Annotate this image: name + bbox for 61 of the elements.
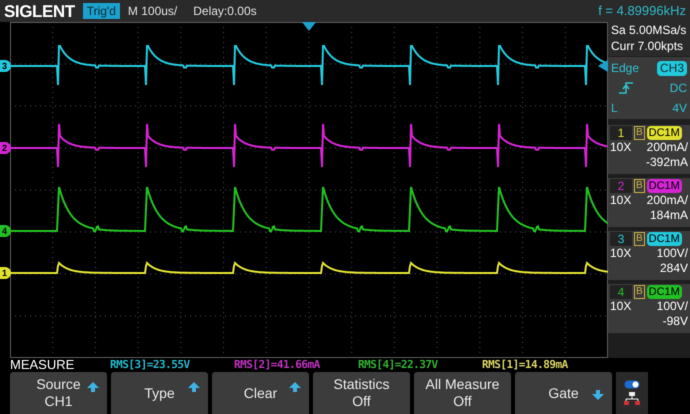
trigger-type: Edge [611,60,640,77]
probe-ratio: 10X [610,193,632,208]
channel-coupling: DC1M [646,285,682,299]
vertical-offset: -98V [662,314,688,329]
channel-marker[interactable]: 1 [0,267,11,279]
channel-panel[interactable]: 4 B DC1M 10X 100V/ -98V [608,284,690,333]
vertical-offset: -392mA [644,155,688,170]
channel-panel[interactable]: 3 B DC1M 10X 100V/ 284V [608,231,690,280]
channel-marker[interactable]: 4 [0,225,11,237]
channel-marker[interactable]: 2 [0,142,11,154]
vertical-offset: 284V [658,261,688,276]
channel-marker[interactable]: 3 [0,60,11,72]
probe-ratio: 10X [610,246,632,261]
measurement-reading: RMS[4]=22.37V [358,359,438,371]
channel-panel[interactable]: 2 B DC1M 10X 200mA/ 184mA [608,178,690,227]
channel-number: 2 [610,179,632,193]
bandwidth-limit: B [634,285,645,299]
sample-rate: Sa 5.00MSa/s [611,22,687,38]
softkey-button[interactable]: Clear [212,372,309,414]
delay: Delay:0.00s [193,3,257,20]
vertical-scale: 100V/ [656,299,688,314]
trigger-level-label: L [611,100,618,117]
softkey-button[interactable]: All Measure Off [414,372,511,414]
softkey-button[interactable]: Type [111,372,208,414]
brand-logo: SIGLENT [4,2,75,20]
softkey-button[interactable]: Gate [515,372,612,414]
timebase: M 100us/ [128,3,178,20]
vertical-scale: 200mA/ [646,193,688,208]
softkey-button[interactable]: Statistics Off [313,372,410,414]
memory-depth: Curr 7.00kpts [611,38,684,54]
bandwidth-limit: B [634,232,645,246]
measure-title: MEASURE [9,358,76,372]
channel-number: 3 [610,232,632,246]
channel-number: 1 [610,126,632,140]
vertical-scale: 200mA/ [646,140,688,155]
arrow-up-icon [87,382,99,392]
arrow-down-icon [592,390,604,400]
channel-panel[interactable]: 1 B DC1M 10X 200mA/ -392mA [608,125,690,174]
bandwidth-limit: B [634,179,645,193]
frequency-readout: f = 4.89996kHz [598,2,686,20]
channel-coupling: DC1M [646,179,682,193]
measurement-reading: RMS[2]=41.66mA [234,359,320,371]
channel-coupling: DC1M [646,126,682,140]
channel-number: 4 [610,285,632,299]
network-icon [624,392,640,406]
arrow-up-icon [188,382,200,392]
measurement-reading: RMS[1]=14.89mA [482,359,568,371]
trigger-coupling: DC [670,80,687,97]
vertical-scale: 100V/ [656,246,688,261]
arrow-up-icon [289,382,301,392]
trigger-status: Trig'd [82,3,120,19]
measurement-reading: RMS[3]=23.55V [110,359,190,371]
trigger-level: 4V [672,100,687,117]
probe-ratio: 10X [610,299,632,314]
trigger-source[interactable]: CH3 [656,60,687,76]
softkey-button[interactable]: Source CH1 [10,372,107,414]
probe-ratio: 10X [610,140,632,155]
bandwidth-limit: B [634,126,645,140]
channel-coupling: DC1M [646,232,682,246]
vertical-offset: 184mA [648,208,688,223]
toggle-icon [624,380,640,389]
